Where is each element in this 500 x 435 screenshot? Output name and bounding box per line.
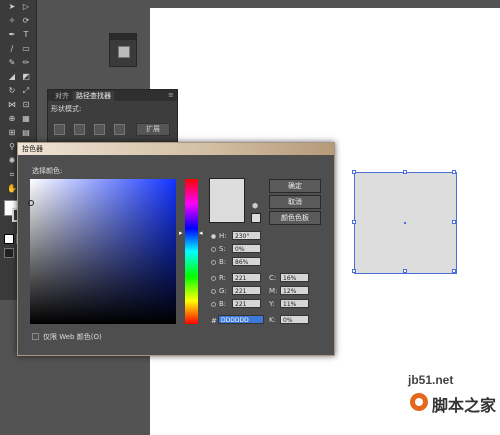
color-swatches-button[interactable]: 颜色色板: [269, 211, 321, 225]
handle-middle-right[interactable]: [452, 220, 456, 224]
black-label: K:: [269, 316, 276, 324]
tab-align[interactable]: 对齐: [52, 91, 72, 101]
yellow-field[interactable]: 11%: [280, 299, 309, 308]
web-only-checkbox[interactable]: [32, 333, 39, 340]
panel-menu-icon[interactable]: ≡: [168, 91, 174, 99]
saturation-label: S:: [219, 245, 226, 253]
hex-label: #: [211, 317, 217, 325]
hex-field[interactable]: DDDDDD: [218, 315, 264, 324]
web-safe-swatch[interactable]: [251, 213, 261, 223]
radio-brightness[interactable]: [211, 260, 216, 265]
blob-brush-tool-icon[interactable]: ◢: [6, 72, 18, 82]
blue-label: B:: [219, 300, 227, 308]
black-field[interactable]: 0%: [280, 315, 309, 324]
hue-slider-right-arrow-icon[interactable]: ◂: [199, 229, 203, 237]
handle-bottom-right[interactable]: [452, 269, 456, 273]
brightness-field[interactable]: 86%: [232, 257, 261, 266]
hue-label: H:: [219, 232, 227, 240]
cyan-field[interactable]: 16%: [280, 273, 309, 282]
dialog-title: 拾色器: [22, 145, 43, 153]
panel-tab-bar: 对齐 路径查找器 ≡: [48, 90, 177, 101]
yellow-label: Y:: [269, 300, 275, 308]
color-field[interactable]: [28, 179, 176, 324]
new-color-swatch: [209, 178, 245, 201]
line-tool-icon[interactable]: ∕: [6, 44, 18, 54]
radio-blue[interactable]: [211, 302, 216, 307]
paintbrush-tool-icon[interactable]: ✎: [6, 58, 18, 68]
original-color-swatch: [209, 200, 245, 223]
magic-wand-tool-icon[interactable]: ✧: [6, 16, 18, 26]
green-field[interactable]: 221: [232, 286, 261, 295]
saturation-field[interactable]: 0%: [232, 244, 261, 253]
gradient-tool-icon[interactable]: ▤: [20, 128, 32, 138]
rotate-tool-icon[interactable]: ↻: [6, 86, 18, 96]
radio-green[interactable]: [211, 289, 216, 294]
watermark: jb51.net 脚本之家: [406, 373, 500, 435]
expand-button[interactable]: 扩展: [136, 123, 170, 136]
select-color-label: 选择颜色:: [32, 167, 63, 175]
radio-saturation[interactable]: [211, 247, 216, 252]
unite-button[interactable]: [54, 124, 65, 135]
red-label: R:: [219, 274, 227, 282]
watermark-site: jb51.net: [408, 373, 454, 387]
panel-grip[interactable]: [110, 34, 136, 40]
free-transform-tool-icon[interactable]: ⊡: [20, 100, 32, 110]
direct-selection-tool-icon[interactable]: ▷: [20, 2, 32, 12]
red-field[interactable]: 221: [232, 273, 261, 282]
watermark-brand: 脚本之家: [432, 396, 497, 415]
exclude-button[interactable]: [114, 124, 125, 135]
panel-icon[interactable]: [118, 46, 130, 58]
handle-top-center[interactable]: [403, 170, 407, 174]
draw-mode-button[interactable]: [4, 248, 14, 258]
minus-front-button[interactable]: [74, 124, 85, 135]
magenta-label: M:: [269, 287, 278, 295]
dialog-title-bar[interactable]: 拾色器: [18, 143, 334, 155]
blue-field[interactable]: 221: [232, 299, 261, 308]
width-tool-icon[interactable]: ⋈: [6, 100, 18, 110]
selected-rectangle[interactable]: [352, 170, 457, 274]
pen-tool-icon[interactable]: ✒: [6, 30, 18, 40]
handle-top-left[interactable]: [352, 170, 356, 174]
selection-tool-icon[interactable]: ➤: [6, 2, 18, 12]
tab-pathfinder[interactable]: 路径查找器: [73, 91, 114, 101]
brightness-label: B:: [219, 258, 227, 266]
scale-tool-icon[interactable]: ⤢: [20, 86, 32, 96]
hue-slider-left-arrow-icon[interactable]: ▸: [179, 229, 183, 237]
type-tool-icon[interactable]: T: [20, 30, 32, 40]
color-field-cursor[interactable]: [28, 200, 34, 206]
shape-builder-tool-icon[interactable]: ⊕: [6, 114, 18, 124]
green-label: G:: [219, 287, 227, 295]
watermark-logo-icon: [410, 393, 428, 411]
perspective-grid-tool-icon[interactable]: ▦: [20, 114, 32, 124]
pathfinder-panel: 对齐 路径查找器 ≡ 形状模式: 扩展: [47, 89, 178, 147]
pencil-tool-icon[interactable]: ✏: [20, 58, 32, 68]
mesh-tool-icon[interactable]: ⊞: [6, 128, 18, 138]
color-picker-dialog: 拾色器 选择颜色: ▸ ◂ ⬢ 确定 取消 颜色色板 H: 230° S: 0%…: [17, 142, 335, 356]
cyan-label: C:: [269, 274, 277, 282]
rectangle-tool-icon[interactable]: ▭: [20, 44, 32, 54]
radio-hue[interactable]: [211, 234, 216, 239]
ok-button[interactable]: 确定: [269, 179, 321, 193]
collapsed-panel[interactable]: [109, 33, 137, 67]
hue-slider[interactable]: [185, 179, 198, 324]
handle-top-right[interactable]: [452, 170, 456, 174]
magenta-field[interactable]: 12%: [280, 286, 309, 295]
hue-field[interactable]: 230°: [232, 231, 261, 240]
handle-bottom-left[interactable]: [352, 269, 356, 273]
shape-modes-label: 形状模式:: [51, 105, 82, 113]
center-point: [404, 222, 406, 224]
handle-middle-left[interactable]: [352, 220, 356, 224]
eraser-tool-icon[interactable]: ◩: [20, 72, 32, 82]
radio-red[interactable]: [211, 276, 216, 281]
lasso-tool-icon[interactable]: ⟳: [20, 16, 32, 26]
web-only-label: 仅限 Web 颜色(O): [43, 333, 102, 341]
handle-bottom-center[interactable]: [403, 269, 407, 273]
intersect-button[interactable]: [94, 124, 105, 135]
out-of-gamut-icon[interactable]: ⬢: [252, 202, 258, 210]
color-mode-button[interactable]: [4, 234, 14, 244]
cancel-button[interactable]: 取消: [269, 195, 321, 209]
